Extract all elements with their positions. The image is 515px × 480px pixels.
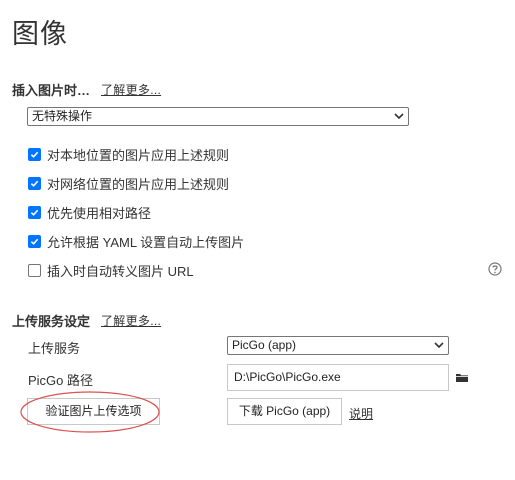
page-title: 图像 (12, 19, 68, 49)
checkbox-apply-network[interactable] (28, 176, 41, 190)
option-yaml-auto-upload[interactable]: 允许根据 YAML 设置自动上传图片 (28, 232, 244, 250)
option-relative-path[interactable]: 优先使用相对路径 (28, 203, 151, 221)
checkmark-icon (30, 238, 39, 245)
option-label: 对本地位置的图片应用上述规则 (47, 147, 230, 163)
chevron-down-icon (434, 342, 444, 349)
option-label: 优先使用相对路径 (47, 205, 152, 221)
checkmark-icon (30, 180, 39, 187)
upload-service-select-value: PicGo (app) (232, 338, 297, 352)
chevron-down-icon (394, 113, 404, 120)
option-label: 插入时自动转义图片 URL (47, 263, 194, 279)
option-label: 允许根据 YAML 设置自动上传图片 (47, 234, 245, 250)
checkbox-apply-local[interactable] (28, 147, 41, 161)
picgo-path-label: PicGo 路径 (28, 373, 94, 388)
option-apply-local[interactable]: 对本地位置的图片应用上述规则 (28, 145, 229, 163)
insert-action-select-value: 无特殊操作 (32, 109, 93, 123)
verify-upload-button[interactable]: 验证图片上传选项 (27, 398, 160, 425)
insert-section-heading: 插入图片时… (12, 83, 91, 98)
checkmark-icon (30, 209, 39, 216)
insert-learn-more-link[interactable]: 了解更多... (101, 81, 161, 98)
option-label: 对网络位置的图片应用上述规则 (47, 176, 230, 192)
checkbox-escape-url[interactable] (28, 263, 41, 277)
upload-service-label: 上传服务 (28, 341, 81, 356)
checkbox-relative-path[interactable] (28, 205, 41, 219)
checkbox-yaml-auto-upload[interactable] (28, 234, 41, 248)
checkmark-icon (30, 151, 39, 158)
upload-section-heading: 上传服务设定 (12, 314, 91, 329)
upload-service-select[interactable]: PicGo (app) (227, 336, 449, 355)
option-escape-url[interactable]: 插入时自动转义图片 URL (28, 261, 194, 279)
picgo-path-input[interactable]: D:\PicGo\PicGo.exe (227, 364, 449, 391)
upload-learn-more-link[interactable]: 了解更多... (101, 312, 161, 329)
option-apply-network[interactable]: 对网络位置的图片应用上述规则 (28, 174, 229, 192)
folder-icon[interactable] (455, 372, 469, 383)
help-icon[interactable] (488, 262, 502, 276)
insert-action-select[interactable]: 无特殊操作 (27, 107, 409, 126)
download-picgo-button[interactable]: 下载 PicGo (app) (227, 398, 342, 425)
explain-link[interactable]: 说明 (349, 405, 373, 422)
